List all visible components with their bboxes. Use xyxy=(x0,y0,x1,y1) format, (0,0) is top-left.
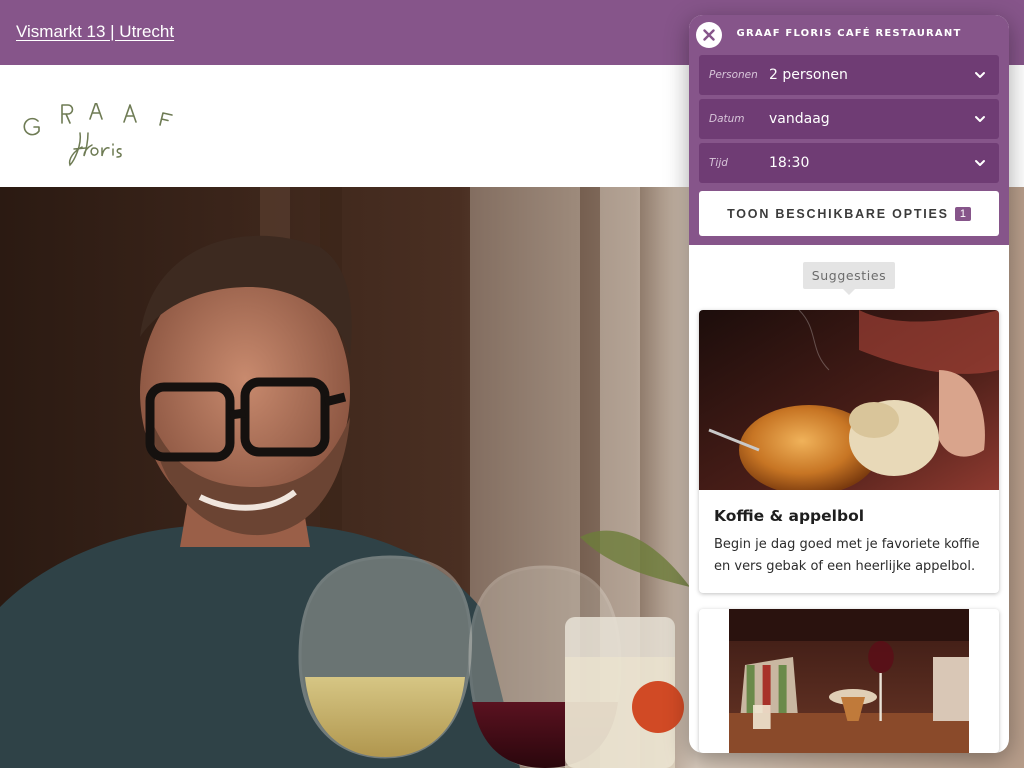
suggestion-card[interactable]: Koffie & appelbol Begin je dag goed met … xyxy=(699,310,999,593)
card-image xyxy=(699,310,999,490)
chevron-down-icon xyxy=(975,160,985,166)
close-button[interactable] xyxy=(696,22,722,48)
options-count-badge: 1 xyxy=(954,206,971,221)
persons-value: 2 personen xyxy=(769,67,848,83)
chevron-down-icon xyxy=(975,116,985,122)
date-label: Datum xyxy=(709,113,745,125)
close-icon xyxy=(703,29,715,41)
graaf-floris-logo[interactable] xyxy=(22,101,182,173)
card-title: Koffie & appelbol xyxy=(714,507,865,525)
persons-label: Personen xyxy=(709,69,758,81)
time-value: 18:30 xyxy=(769,155,810,171)
reservation-form: GRAAF FLORIS CAFÉ RESTAURANT Personen 2 … xyxy=(689,15,1009,245)
suggestions-label: Suggesties xyxy=(803,262,895,295)
card-description: Begin je dag goed met je favoriete koffi… xyxy=(714,537,980,574)
time-select[interactable]: Tijd 18:30 xyxy=(699,143,999,183)
date-select[interactable]: Datum vandaag xyxy=(699,99,999,139)
card-image xyxy=(729,609,969,753)
time-label: Tijd xyxy=(709,157,728,169)
address-link[interactable]: Vismarkt 13 | Utrecht xyxy=(16,22,174,42)
persons-select[interactable]: Personen 2 personen xyxy=(699,55,999,95)
date-value: vandaag xyxy=(769,111,830,127)
show-options-label: TOON BESCHIKBARE OPTIES xyxy=(727,206,949,221)
restaurant-title: GRAAF FLORIS CAFÉ RESTAURANT xyxy=(736,28,962,39)
show-options-button[interactable]: TOON BESCHIKBARE OPTIES 1 xyxy=(699,191,999,236)
chevron-down-icon xyxy=(975,72,985,78)
suggestion-card[interactable] xyxy=(699,609,999,753)
reservation-widget: GRAAF FLORIS CAFÉ RESTAURANT Personen 2 … xyxy=(689,15,1009,753)
